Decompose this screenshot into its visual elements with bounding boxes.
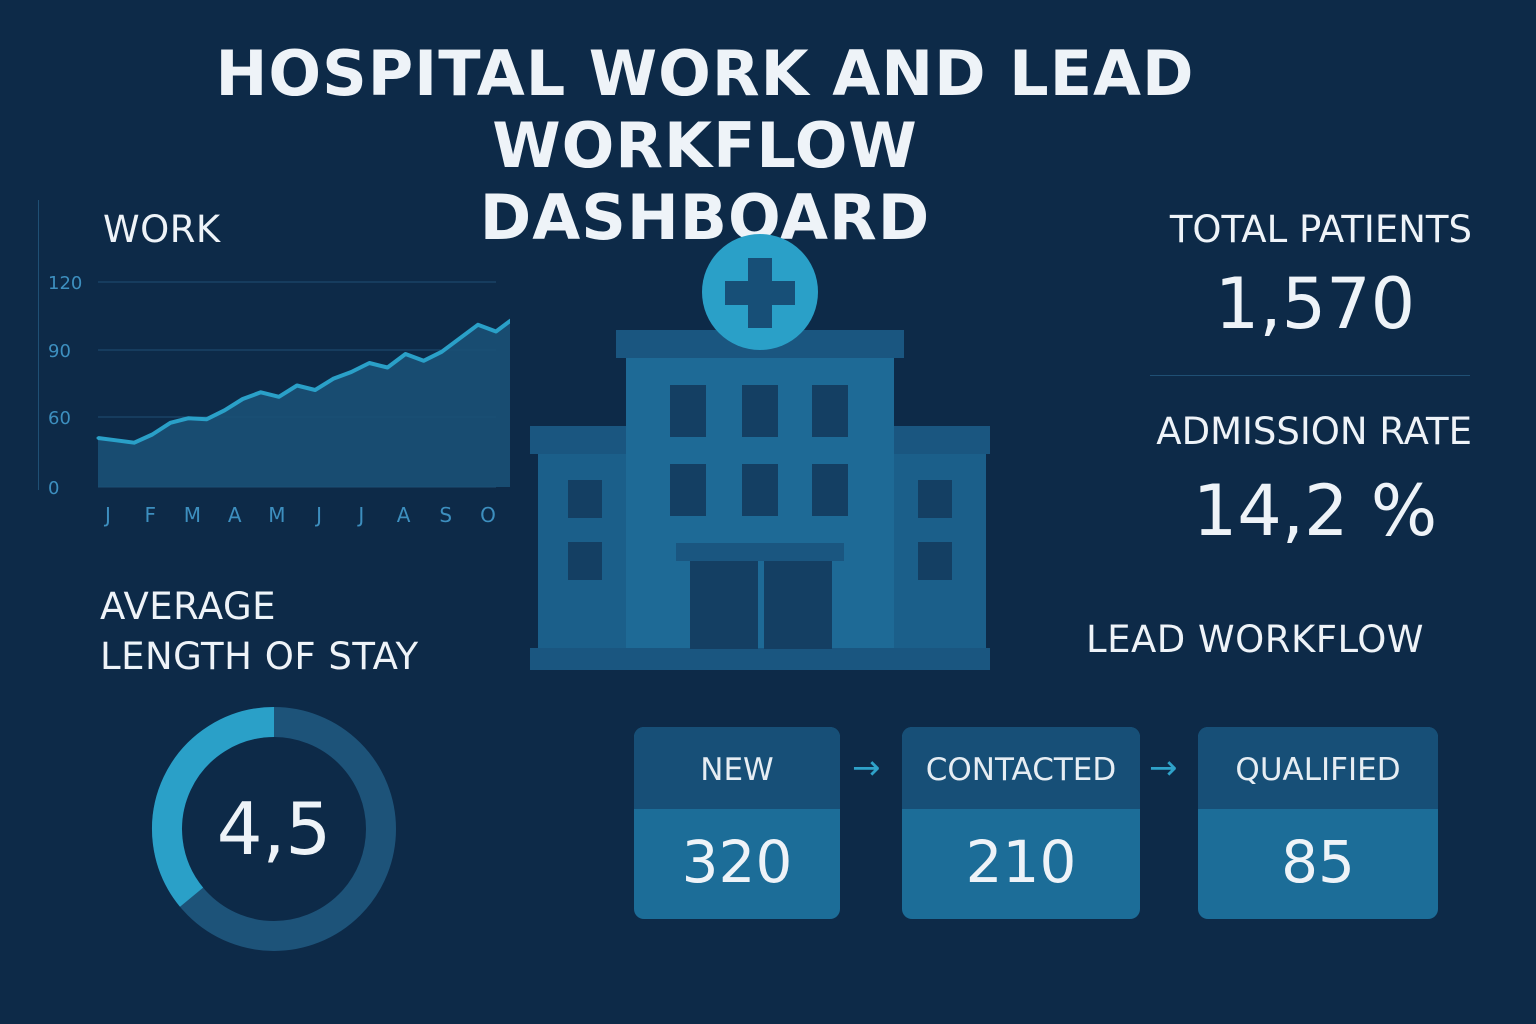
- hospital-building-icon: [530, 234, 990, 670]
- stage-name: QUALIFIED: [1198, 727, 1438, 809]
- stage-value: 320: [681, 828, 793, 896]
- admission-rate-label: ADMISSION RATE: [1156, 410, 1472, 453]
- work-data-point: [313, 388, 317, 392]
- work-data-point: [422, 359, 426, 363]
- total-patients-value: 1,570: [1214, 263, 1416, 345]
- work-chart: 06090120JFMAMJJASOND: [48, 273, 510, 527]
- x-tick-label: M: [184, 503, 201, 527]
- work-data-point: [132, 441, 136, 445]
- stage-contacted: CONTACTED 210: [902, 727, 1140, 919]
- total-patients-label: TOTAL PATIENTS: [1169, 208, 1472, 251]
- arrow-right-icon: →: [852, 748, 881, 788]
- stage-new: NEW 320: [634, 727, 840, 919]
- work-data-point: [223, 408, 227, 412]
- admission-rate-value: 14,2 %: [1192, 470, 1438, 552]
- x-tick-label: M: [268, 503, 285, 527]
- x-tick-label: J: [314, 503, 322, 527]
- alos-label-line-2: LENGTH OF STAY: [100, 635, 419, 678]
- x-tick-label: J: [356, 503, 364, 527]
- work-data-point: [458, 336, 462, 340]
- x-tick-label: J: [103, 503, 111, 527]
- kpi-divider: [1150, 375, 1470, 376]
- work-data-point: [187, 416, 190, 420]
- work-data-point: [367, 361, 371, 365]
- arrow-right-icon: →: [1149, 748, 1178, 788]
- work-data-point: [440, 350, 444, 354]
- work-data-point: [476, 323, 480, 327]
- stage-qualified: QUALIFIED 85: [1198, 727, 1438, 919]
- x-tick-label: A: [228, 503, 242, 527]
- work-data-point: [205, 417, 208, 421]
- alos-value: 4,5: [216, 787, 332, 871]
- y-tick-label: 120: [48, 273, 82, 294]
- stage-name: NEW: [634, 727, 840, 809]
- lead-workflow-label: LEAD WORKFLOW: [1086, 618, 1425, 661]
- work-data-point: [259, 390, 263, 394]
- work-data-point: [241, 397, 245, 401]
- work-data-point: [150, 433, 154, 436]
- work-data-point: [386, 366, 389, 369]
- x-tick-label: S: [439, 503, 452, 527]
- y-tick-label: 60: [48, 408, 71, 429]
- work-data-point: [114, 438, 118, 442]
- alos-label: AVERAGE LENGTH OF STAY: [100, 582, 419, 682]
- title-line-1: HOSPITAL WORK AND LEAD WORKFLOW: [215, 37, 1195, 182]
- y-tick-label: 0: [48, 478, 59, 499]
- x-tick-label: O: [480, 503, 496, 527]
- work-data-point: [331, 377, 335, 381]
- work-data-point: [494, 330, 498, 333]
- x-tick-label: F: [144, 503, 156, 527]
- work-data-point: [295, 384, 299, 387]
- work-data-point: [404, 352, 407, 356]
- work-data-point: [277, 395, 281, 399]
- work-divider: [38, 200, 39, 490]
- work-label: WORK: [103, 208, 221, 251]
- work-data-point: [349, 370, 353, 374]
- x-tick-label: A: [397, 503, 411, 527]
- stage-name: CONTACTED: [902, 727, 1140, 809]
- work-area-fill: [98, 321, 510, 487]
- work-data-point: [168, 421, 172, 425]
- stage-value: 210: [965, 828, 1077, 896]
- stage-value: 85: [1281, 828, 1355, 896]
- alos-label-line-1: AVERAGE: [100, 585, 277, 628]
- work-data-point: [96, 436, 100, 440]
- y-tick-label: 90: [48, 341, 71, 362]
